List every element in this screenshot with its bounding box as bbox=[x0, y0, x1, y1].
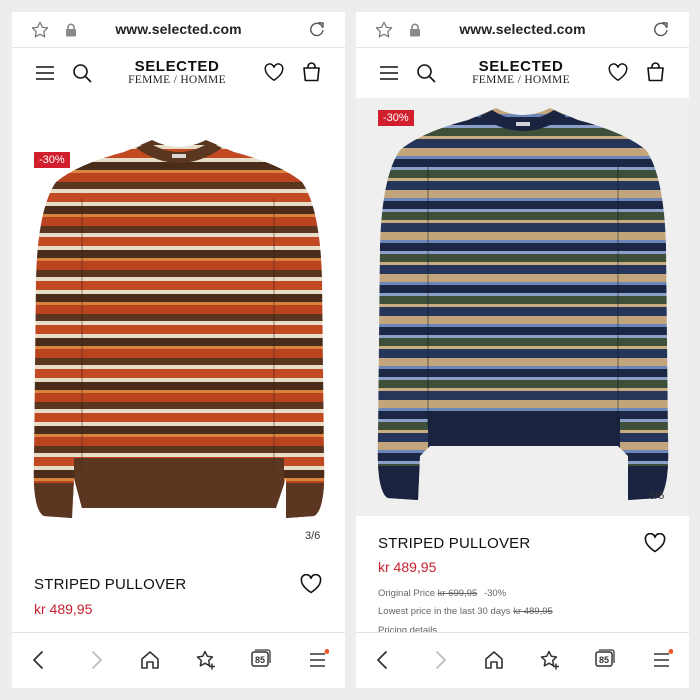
wishlist-heart-icon[interactable] bbox=[644, 533, 666, 553]
original-price-value: kr 699,95 bbox=[437, 588, 478, 599]
hamburger-menu-icon[interactable] bbox=[380, 66, 398, 80]
browser-window-left: www.selected.com SELECTED FEMME / HOMME bbox=[12, 12, 345, 688]
site-header: SELECTED FEMME / HOMME bbox=[356, 49, 689, 97]
favorites-icon[interactable] bbox=[539, 649, 561, 671]
product-image bbox=[377, 108, 669, 500]
address-bar[interactable]: www.selected.com bbox=[12, 12, 345, 48]
search-icon[interactable] bbox=[72, 63, 92, 83]
brand-name: SELECTED bbox=[478, 58, 564, 75]
original-discount: -30% bbox=[483, 588, 507, 599]
shopping-bag-icon[interactable] bbox=[646, 62, 665, 82]
tab-count: 85 bbox=[254, 654, 265, 665]
wishlist-heart-icon[interactable] bbox=[300, 574, 322, 594]
favorites-icon[interactable] bbox=[195, 649, 217, 671]
search-icon[interactable] bbox=[416, 63, 436, 83]
discount-badge: -30% bbox=[34, 152, 70, 168]
product-image-gallery[interactable]: -30% 3/6 bbox=[12, 98, 345, 552]
product-price: kr 489,95 bbox=[34, 601, 93, 617]
brand-logo[interactable]: SELECTED FEMME / HOMME bbox=[124, 59, 230, 87]
back-arrow-icon[interactable] bbox=[372, 649, 394, 671]
site-header: SELECTED FEMME / HOMME bbox=[12, 49, 345, 97]
home-icon[interactable] bbox=[483, 649, 505, 671]
image-counter: 3/6 bbox=[305, 530, 321, 542]
shopping-bag-icon[interactable] bbox=[302, 62, 321, 82]
browser-bottom-nav: 85 bbox=[12, 632, 345, 688]
original-price-row: Original Price kr 699,95 -30% bbox=[378, 588, 506, 599]
discount-badge: -30% bbox=[378, 110, 414, 126]
product-price: kr 489,95 bbox=[378, 559, 437, 575]
brand-logo[interactable]: SELECTED FEMME / HOMME bbox=[468, 59, 574, 87]
product-name[interactable]: STRIPED PULLOVER bbox=[34, 576, 186, 593]
image-counter: 3/6 bbox=[649, 490, 665, 502]
product-image bbox=[33, 140, 325, 518]
forward-arrow-icon[interactable] bbox=[85, 649, 107, 671]
home-icon[interactable] bbox=[139, 649, 161, 671]
brand-subtitle: FEMME / HOMME bbox=[472, 74, 570, 86]
reload-icon[interactable] bbox=[651, 19, 671, 39]
address-bar[interactable]: www.selected.com bbox=[356, 12, 689, 48]
original-price-label: Original Price bbox=[378, 588, 436, 599]
brand-name: SELECTED bbox=[134, 58, 220, 75]
menu-icon[interactable] bbox=[651, 649, 673, 671]
brand-subtitle: FEMME / HOMME bbox=[128, 74, 226, 86]
product-name[interactable]: STRIPED PULLOVER bbox=[378, 535, 530, 552]
url-text[interactable]: www.selected.com bbox=[356, 21, 689, 37]
browser-window-right: www.selected.com SELECTED FEMME / HOMME bbox=[356, 12, 689, 688]
lowest-price-value: kr 489,95 bbox=[513, 606, 553, 617]
heart-icon[interactable] bbox=[264, 63, 284, 82]
lowest-price-row: Lowest price in the last 30 days kr 489,… bbox=[378, 606, 553, 617]
forward-arrow-icon[interactable] bbox=[429, 649, 451, 671]
back-arrow-icon[interactable] bbox=[28, 649, 50, 671]
browser-bottom-nav: 85 bbox=[356, 632, 689, 688]
tab-count: 85 bbox=[598, 654, 609, 665]
menu-icon[interactable] bbox=[307, 649, 329, 671]
product-image-gallery[interactable]: -30% 3/6 bbox=[356, 98, 689, 516]
lowest-price-label: Lowest price in the last 30 days bbox=[378, 606, 511, 617]
tabs-icon[interactable]: 85 bbox=[595, 649, 615, 668]
tabs-icon[interactable]: 85 bbox=[251, 649, 271, 668]
heart-icon[interactable] bbox=[608, 63, 628, 82]
reload-icon[interactable] bbox=[307, 19, 327, 39]
hamburger-menu-icon[interactable] bbox=[36, 66, 54, 80]
url-text[interactable]: www.selected.com bbox=[12, 21, 345, 37]
